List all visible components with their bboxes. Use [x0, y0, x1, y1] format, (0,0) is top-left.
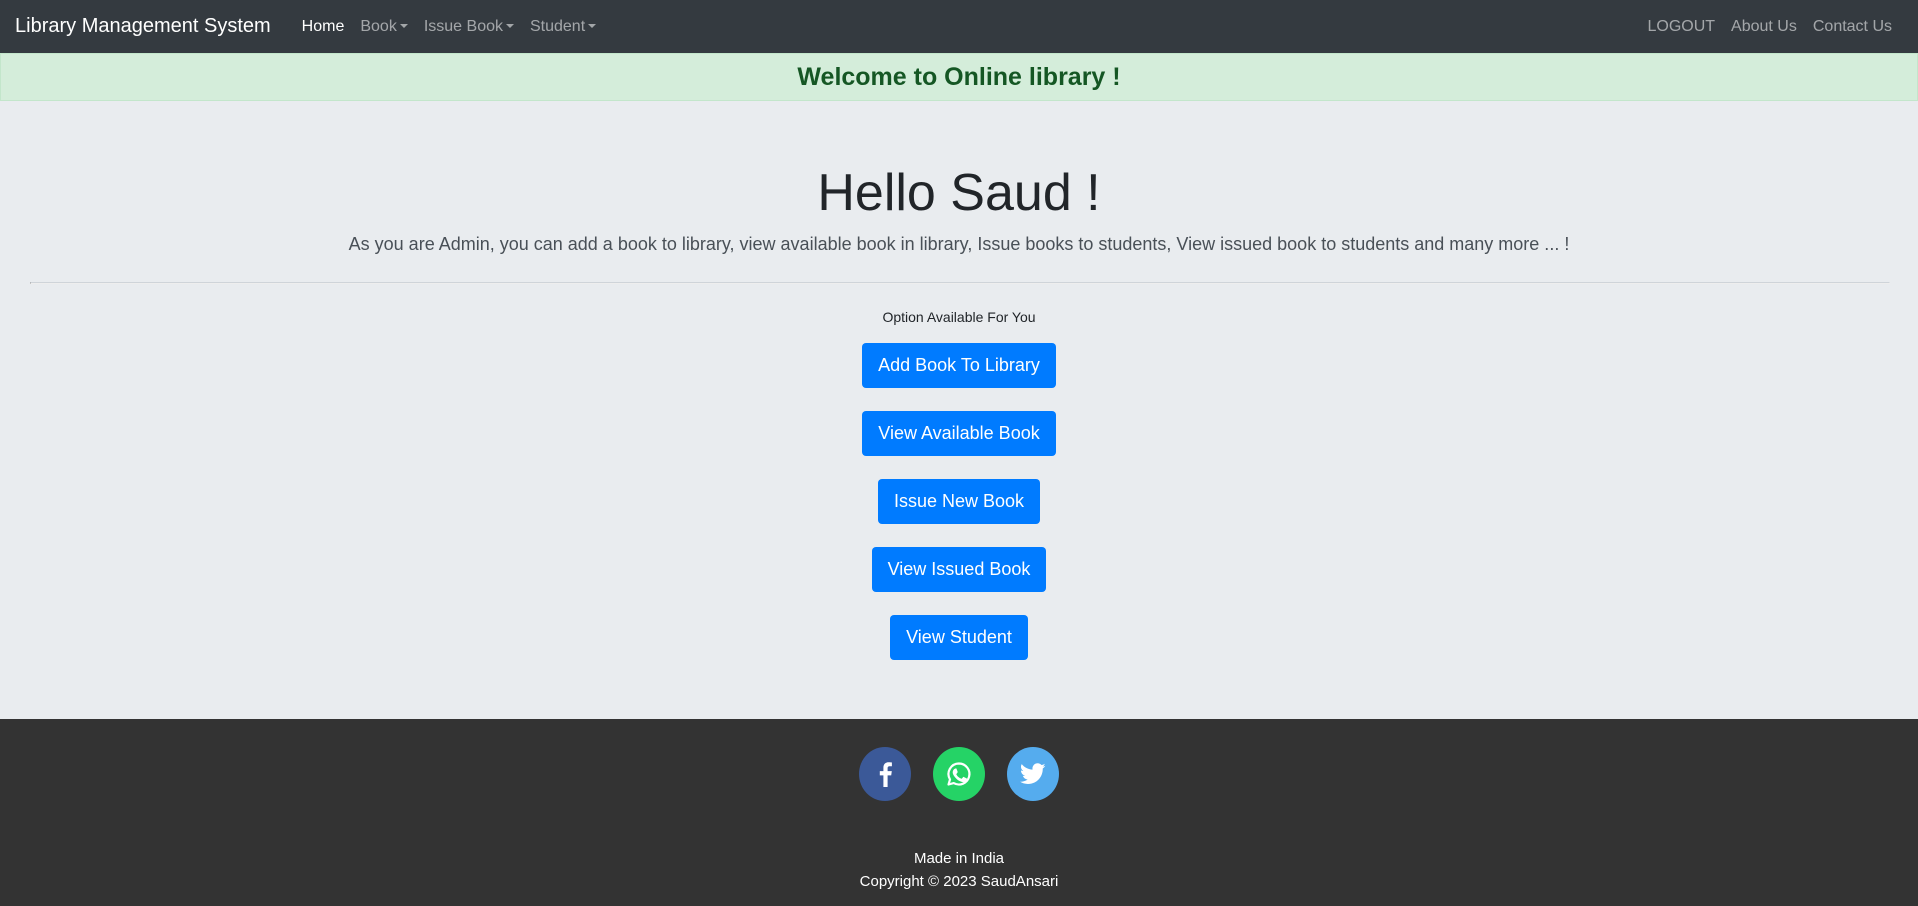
nav-student-dropdown[interactable]: Student: [522, 18, 604, 36]
greeting-heading: Hello Saud !: [817, 164, 1101, 222]
nav-book-label: Book: [360, 17, 397, 35]
admin-lead-text: As you are Admin, you can add a book to …: [348, 234, 1570, 254]
view-student-button[interactable]: View Student: [890, 615, 1028, 660]
nav-book-dropdown[interactable]: Book: [352, 18, 415, 36]
nav-right-menu: LOGOUT About Us Contact Us: [1639, 18, 1903, 36]
navbar-brand[interactable]: Library Management System: [15, 15, 271, 38]
dropdown-caret-icon: [505, 23, 514, 28]
nav-issue-book-dropdown[interactable]: Issue Book: [416, 18, 522, 36]
twitter-button[interactable]: [1007, 747, 1059, 801]
nav-issue-book-label: Issue Book: [423, 17, 503, 35]
page-footer: Made in India Copyright © 2023 SaudAnsar…: [0, 719, 1918, 906]
welcome-alert: Welcome to Online library !: [0, 53, 1918, 101]
whatsapp-button[interactable]: [933, 747, 985, 801]
social-links: [0, 747, 1918, 801]
nav-left-menu: Home Book Issue Book Student: [294, 18, 604, 36]
nav-home-label: Home: [301, 17, 345, 35]
facebook-button[interactable]: [859, 747, 911, 801]
facebook-icon: [879, 762, 892, 787]
nav-home-link[interactable]: Home: [294, 18, 353, 36]
dropdown-caret-icon: [588, 23, 597, 28]
top-navbar: Library Management System Home Book Issu…: [0, 0, 1918, 53]
twitter-icon: [1020, 763, 1046, 784]
nav-logout-link[interactable]: LOGOUT: [1639, 18, 1723, 36]
welcome-alert-text: Welcome to Online library !: [797, 62, 1121, 91]
divider: [30, 282, 1890, 284]
view-issued-book-button[interactable]: View Issued Book: [871, 547, 1047, 592]
dropdown-caret-icon: [399, 23, 408, 28]
options-label: Option Available For You: [882, 309, 1036, 325]
nav-contact-link[interactable]: Contact Us: [1805, 18, 1900, 36]
issue-new-book-button[interactable]: Issue New Book: [877, 479, 1041, 524]
admin-jumbotron: Hello Saud ! As you are Admin, you can a…: [0, 101, 1918, 719]
nav-about-link[interactable]: About Us: [1723, 18, 1805, 36]
whatsapp-icon: [947, 762, 971, 786]
add-book-button[interactable]: Add Book To Library: [862, 343, 1056, 388]
made-in-text: Made in India: [913, 850, 1005, 867]
copyright-text: Copyright © 2023 SaudAnsari: [859, 873, 1059, 890]
nav-student-label: Student: [529, 17, 586, 35]
options-button-group: Add Book To Library View Available Book …: [0, 343, 1918, 683]
view-available-book-button[interactable]: View Available Book: [862, 411, 1056, 456]
